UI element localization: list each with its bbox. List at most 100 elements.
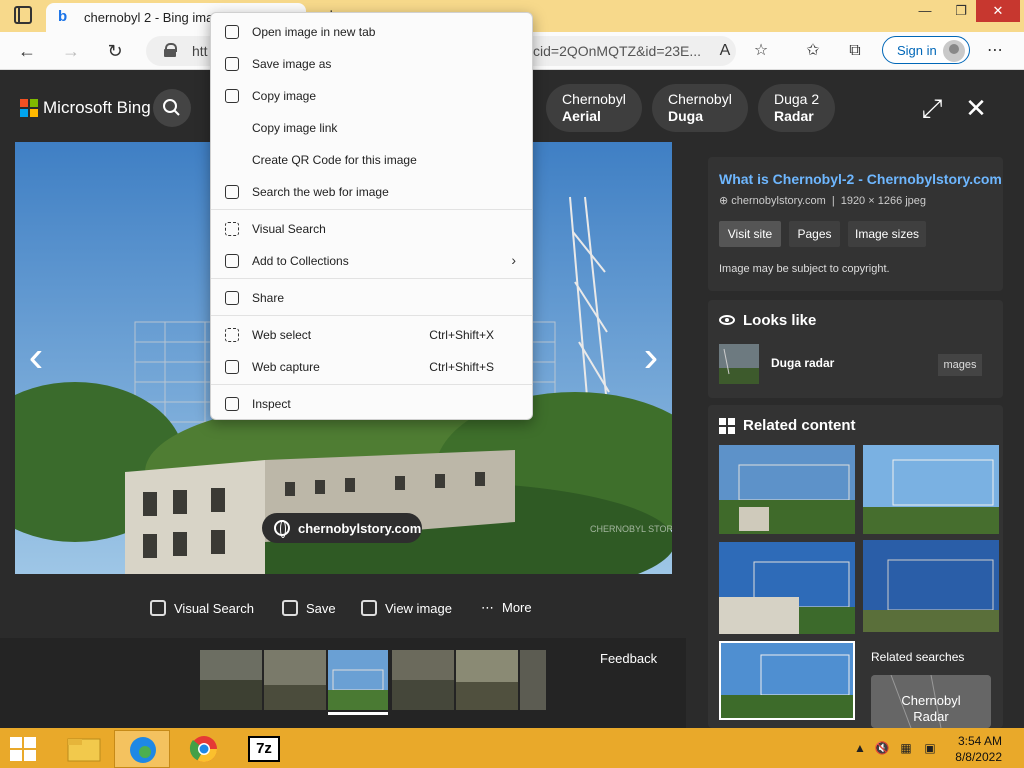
- search-icon: [163, 99, 180, 116]
- feedback-link[interactable]: Feedback: [600, 651, 657, 666]
- close-icon[interactable]: ✕: [961, 93, 991, 123]
- view-image-button[interactable]: View image: [361, 600, 452, 618]
- menu-visual-search[interactable]: Visual Search: [211, 214, 532, 244]
- filmstrip-thumb[interactable]: [392, 650, 454, 710]
- menu-label: Web capture: [252, 360, 320, 374]
- chip-chernobyl-duga[interactable]: Chernobyl Duga: [652, 84, 748, 132]
- chip-duga-2-radar[interactable]: Duga 2 Radar: [758, 84, 836, 132]
- menu-open-image-new-tab[interactable]: Open image in new tab: [211, 17, 532, 47]
- refresh-icon[interactable]: ↻: [102, 38, 128, 64]
- filmstrip-thumb-selected[interactable]: [328, 650, 390, 710]
- chevron-right-icon: ›: [511, 252, 516, 268]
- show-hidden-icons[interactable]: ▲: [852, 741, 868, 757]
- new-tab-icon: [225, 25, 239, 39]
- filmstrip-thumb[interactable]: [456, 650, 518, 710]
- globe-icon: ⊕: [719, 195, 732, 207]
- visual-search-button[interactable]: Visual Search: [150, 600, 254, 618]
- filmstrip-thumb[interactable]: [200, 650, 262, 710]
- menu-copy-image-link[interactable]: Copy image link: [211, 113, 532, 143]
- context-menu: Open image in new tab Save image as Copy…: [210, 12, 533, 420]
- menu-create-qr-code[interactable]: Create QR Code for this image: [211, 145, 532, 175]
- menu-separator: [211, 384, 532, 385]
- next-image-icon[interactable]: ›: [637, 335, 665, 379]
- save-icon: [225, 57, 239, 71]
- clock-time: 3:54 AM: [957, 734, 1002, 748]
- action-label: View image: [385, 601, 452, 616]
- menu-copy-image[interactable]: Copy image: [211, 81, 532, 111]
- menu-web-select[interactable]: Web select Ctrl+Shift+X: [211, 320, 532, 350]
- maximize-button[interactable]: ❐: [944, 0, 978, 22]
- minimize-button[interactable]: —: [908, 0, 942, 22]
- taskbar-7zip[interactable]: 7z: [236, 730, 292, 768]
- more-options-icon[interactable]: ⋯: [984, 40, 1006, 62]
- close-window-button[interactable]: ✕: [976, 0, 1020, 22]
- related-image[interactable]: [719, 542, 855, 634]
- thumb-image: [328, 650, 388, 710]
- forward-icon[interactable]: →: [58, 38, 84, 64]
- menu-inspect[interactable]: Inspect: [211, 389, 532, 419]
- more-button[interactable]: ⋯ More: [481, 600, 532, 618]
- network-icon[interactable]: ▦: [898, 741, 914, 757]
- tab-actions-icon[interactable]: [14, 6, 32, 24]
- more-dots-icon: ⋯: [481, 600, 494, 615]
- previous-image-icon[interactable]: ‹: [22, 335, 50, 379]
- looks-like-thumb[interactable]: [719, 344, 759, 384]
- inspect-icon: [225, 397, 239, 411]
- collections-icon[interactable]: ⧉: [844, 40, 866, 62]
- menu-save-image-as[interactable]: Save image as: [211, 49, 532, 79]
- result-domain[interactable]: chernobylstory.com: [731, 195, 826, 207]
- back-icon[interactable]: ←: [14, 38, 40, 64]
- related-image[interactable]: [719, 641, 855, 720]
- source-link[interactable]: chernobylstory.com: [262, 513, 422, 543]
- related-thumb: [719, 445, 855, 534]
- pages-button[interactable]: Pages: [789, 221, 840, 247]
- expand-icon[interactable]: ⤢: [917, 93, 947, 123]
- menu-label: Add to Collections: [252, 254, 349, 268]
- image-sizes-button[interactable]: Image sizes: [848, 221, 926, 247]
- images-button[interactable]: mages: [938, 354, 982, 376]
- lock-icon[interactable]: [164, 43, 177, 57]
- clock-date: 8/8/2022: [955, 750, 1002, 764]
- result-title-link[interactable]: What is Chernobyl-2 - Chernobylstory.com: [719, 171, 1002, 187]
- menu-web-capture[interactable]: Web capture Ctrl+Shift+S: [211, 352, 532, 382]
- sign-in-label: Sign in: [897, 43, 937, 58]
- related-image[interactable]: [863, 445, 999, 534]
- menu-label: Open image in new tab: [252, 25, 376, 39]
- save-button[interactable]: Save: [282, 600, 336, 618]
- bing-brand[interactable]: Microsoft Bing: [43, 98, 151, 118]
- chip-line1: Chernobyl: [668, 91, 732, 107]
- save-plus-icon: [282, 600, 298, 616]
- looks-like-label[interactable]: Duga radar: [771, 356, 834, 370]
- menu-search-web-for-image[interactable]: Search the web for image: [211, 177, 532, 207]
- visual-search-icon: [150, 600, 166, 616]
- web-select-icon: [225, 328, 239, 342]
- chip-chernobyl-aerial[interactable]: Chernobyl Aerial: [546, 84, 642, 132]
- menu-share[interactable]: Share: [211, 283, 532, 313]
- add-favorite-icon[interactable]: ☆: [750, 40, 772, 62]
- menu-add-to-collections[interactable]: Add to Collections ›: [211, 246, 532, 276]
- taskbar-edge[interactable]: [114, 730, 170, 768]
- read-aloud-icon[interactable]: A: [714, 40, 736, 62]
- search-button[interactable]: [153, 89, 191, 127]
- favorites-icon[interactable]: ✩: [802, 40, 824, 62]
- source-domain: chernobylstory.com: [298, 521, 422, 536]
- chip-line2: Duga: [668, 108, 703, 124]
- web-capture-icon: [225, 360, 239, 374]
- microsoft-logo-icon: [20, 99, 38, 117]
- volume-muted-icon[interactable]: 🔇: [874, 741, 890, 757]
- menu-label: Copy image link: [252, 121, 338, 135]
- taskbar-chrome[interactable]: [176, 730, 232, 768]
- related-thumb: [719, 542, 855, 634]
- taskbar-file-explorer[interactable]: [56, 730, 112, 768]
- filmstrip-thumb[interactable]: [264, 650, 326, 710]
- filmstrip-thumb[interactable]: [520, 650, 546, 710]
- related-image[interactable]: [863, 540, 999, 632]
- visit-site-button[interactable]: Visit site: [719, 221, 781, 247]
- related-search-chernobyl-radar[interactable]: Chernobyl Radar: [871, 675, 991, 728]
- related-image[interactable]: [719, 445, 855, 534]
- sign-in-button[interactable]: Sign in: [882, 36, 970, 64]
- system-clock[interactable]: 3:54 AM 8/8/2022: [940, 733, 1002, 765]
- windows-start-icon[interactable]: [10, 737, 36, 761]
- action-center-icon[interactable]: ▣: [922, 741, 938, 757]
- copyright-notice: Image may be subject to copyright.: [719, 263, 890, 275]
